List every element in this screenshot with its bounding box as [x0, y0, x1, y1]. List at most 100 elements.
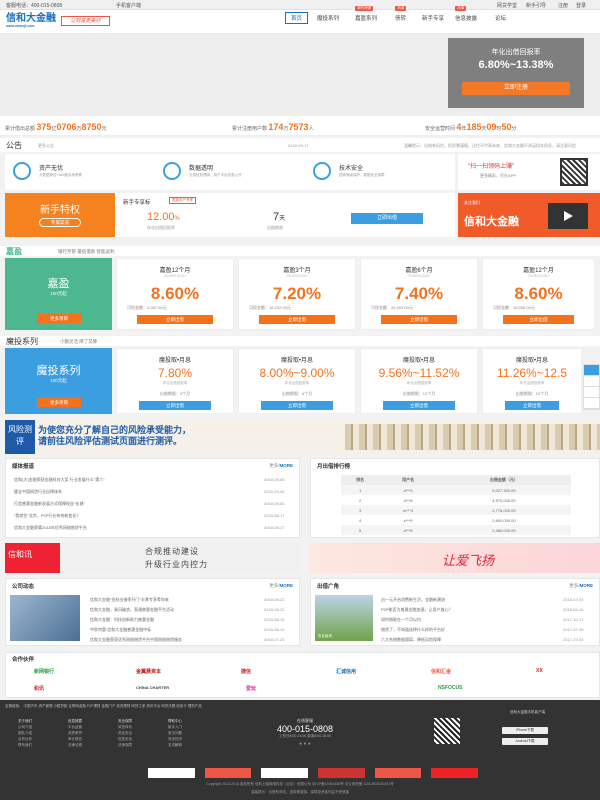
stats-bar: 累计借出总额 375亿0706万8750元 累计注册用户数 174万7573人 …	[0, 116, 600, 136]
nav-transfer[interactable]: 热卖 债转	[395, 6, 406, 22]
square-more-link[interactable]: 更多/MORE	[569, 583, 593, 589]
nav-disclosure[interactable]: 热卖 信息披露	[455, 6, 477, 22]
logo[interactable]: 信和大金融 www.xinhejf.com	[6, 14, 58, 29]
notice-text: 温馨提示：出借有风险，投资需谨慎，过往不代表未来，信和大金融不承诺保本保息，请注…	[404, 143, 576, 148]
compliance-ad[interactable]: 信和讯 合规推动建设 升级行业内控力	[5, 543, 300, 573]
side-floating-toolbar[interactable]	[583, 364, 600, 410]
notice-bar: 公告 更多公告 2018-09-17 温馨提示：出借有风险，投资需谨慎，过往不代…	[0, 138, 600, 152]
copyright: Copyright 2014-2018 版权所有 信和上融网络科技（北京）有限公…	[206, 782, 394, 786]
partner-logo[interactable]: XX	[536, 668, 543, 674]
android-download-button[interactable]: Android下载	[502, 738, 548, 745]
table-row: 1 d***3 5,027,300.00	[341, 485, 571, 495]
mobile-app-link[interactable]: 手机客户端	[116, 2, 141, 9]
login-link[interactable]: 登录	[576, 2, 586, 9]
partner-logo[interactable]: 汇诚信用	[336, 668, 356, 675]
partner-logo[interactable]: 和讯	[34, 685, 44, 692]
qr-code-icon	[560, 158, 588, 186]
shield-icon	[313, 162, 331, 180]
list-item[interactable]: 中秋特惠 信和大金融普惠金融中标	[90, 627, 151, 633]
invest-button[interactable]: 立即出借	[137, 315, 213, 324]
iphone-download-button[interactable]: iPhone下载	[502, 727, 548, 734]
top-link-guide[interactable]: 新手引导	[526, 2, 546, 9]
motou-card: 魔投取•月息 11.26%~12.5 年化出借回报率 出借期限：24个月 立即出借	[482, 348, 582, 414]
notice-title: 公告	[6, 141, 22, 150]
nav-home[interactable]: 首页	[285, 12, 309, 24]
novice-invest-button[interactable]: 立即出借	[351, 213, 423, 224]
list-item[interactable]: 打造普惠金融新发展方式保障权益"长城"	[14, 501, 85, 507]
invest-button[interactable]: 立即出借	[381, 315, 457, 324]
invest-button[interactable]: 立即出借	[503, 315, 574, 324]
jiaying-card: 嘉盈12个月 2018091625J 8.60% 可投金额：4,287.00元 立即出借	[116, 258, 234, 330]
risk-assessment-banner[interactable]: 风险测评 为使您充分了解自己的风险承受能力， 请前往风险评估测试页面进行测评。	[5, 420, 600, 454]
news-photo	[10, 595, 80, 641]
list-item[interactable]: 信和大金融荣膺2018年优秀网络借贷平台	[14, 525, 87, 531]
stat-uptime: 安全运营时间 4年185天09时50分	[425, 122, 517, 132]
feature-asset: 资产无忧 大数据风控+360度实地考察	[5, 154, 155, 190]
invest-button[interactable]: 立即出借	[383, 401, 455, 410]
list-item[interactable]: P2P能否为普惠金融加速，让用户放心？	[381, 607, 453, 613]
motou-more-button[interactable]: 更多项目	[37, 398, 81, 407]
top-bar: 客服电话：400-015-0808 手机客户端 网贷学堂 新手引导 注册 登录	[0, 0, 600, 10]
novice-product: 新手专享标 限新用户专享 12.00% 年化出借回报率 7天 出借期限 立即出借	[115, 193, 455, 237]
list-item[interactable]: "我就住"北京，P2P行业有何新变化？	[14, 513, 80, 519]
risk-warning: 温馨提示：出借有风险，选择需谨慎。保障投资者利益不受侵害	[251, 790, 349, 794]
register-button[interactable]: 立即注册	[462, 82, 570, 95]
nav-jiaying[interactable]: 限时特惠 嘉盈系列	[355, 6, 377, 22]
motou-promo: 魔投系列 100元起 更多项目	[5, 348, 112, 414]
register-link[interactable]: 注册	[558, 2, 568, 9]
motou-card: 魔投取•月息 7.80% 年化出借回报率 出借期限：3个月 立即出借	[116, 348, 234, 414]
table-row: 5 d***8 2,460,000.00	[341, 525, 571, 535]
jiaying-promo: 嘉盈 100元起 更多项目	[5, 258, 112, 330]
partners-panel: 合作伙伴 新网银行 金翼晨资本 捷信 汇诚信用 信和汇金 XX 和讯 CHINA…	[5, 652, 600, 698]
invest-button[interactable]: 立即出借	[259, 315, 335, 324]
partner-logo[interactable]: 信和汇金	[431, 668, 451, 675]
invest-button[interactable]: 立即出借	[139, 401, 211, 410]
nav-novice[interactable]: 新手专享	[422, 14, 444, 22]
list-item[interactable]: 出一元开启消费新生活，金融新潮流	[381, 597, 445, 603]
partner-logo[interactable]: 爱玩	[246, 685, 256, 692]
list-item[interactable]: 信和大金融，乘风破浪，直通普惠金融平台活动	[90, 607, 174, 613]
partner-logo[interactable]: 捷信	[241, 668, 251, 675]
play-icon[interactable]	[548, 203, 588, 229]
list-item[interactable]: 六大系统数据隔离，降低风险保障	[381, 637, 441, 643]
notice-more-link[interactable]: 更多公告	[38, 143, 54, 149]
footer-col-security: 安全保障 风控体系 资金安全 信息安全 法律保障	[118, 719, 132, 747]
media-more-link[interactable]: 更多/MORE	[269, 463, 293, 469]
charity-ad[interactable]: 让爱飞扬	[310, 543, 600, 573]
invest-button[interactable]: 立即出借	[505, 401, 559, 410]
feature-data: 数据透明 交易信息透明，用户平台信息公开	[155, 154, 305, 190]
dynamics-more-link[interactable]: 更多/MORE	[269, 583, 293, 589]
list-item[interactable]: 信和大金融：科技创新助力普惠金融	[90, 617, 154, 623]
list-item[interactable]: 如何借款在一个月以内	[381, 617, 421, 623]
table-row: 2 d***6 4,570,000.00	[359, 497, 516, 503]
slogan: 让财富更美好	[61, 16, 110, 26]
feature-security: 技术安全 国家等级保护，数据安全保障	[305, 154, 455, 190]
partner-logo[interactable]: 金翼晨资本	[136, 668, 161, 675]
nav-forum[interactable]: 论坛	[495, 14, 506, 22]
jiaying-more-button[interactable]: 更多项目	[37, 314, 81, 323]
list-item[interactable]: 信和大金融"金秋出借季开门"丰厚专享等你来	[90, 597, 169, 603]
jiaying-card: 嘉盈12个月 2018091425J 8.60% 可投金额：15,556.00元 立即出…	[482, 258, 595, 330]
table-row: 4 z***9 2,600,000.00	[359, 517, 516, 523]
table-row: 3 m***3 2,776,000.00	[341, 505, 571, 515]
media-panel: 媒体报道 更多/MORE 信和(大)金融荣获金融科技大奖 行业发展什么"第六" 2…	[5, 458, 300, 538]
friend-links[interactable]: 友情链接： 中国汽车 资产管理 小额贷款 互联网金融 P2P理财 金融门户 投资…	[5, 704, 595, 709]
partner-logo[interactable]: CHINA CHARTER	[136, 685, 169, 690]
square-panel: 出借广角 更多/MORE 农业板块 出一元开启消费新生活，金融新潮流 2018-0…	[310, 578, 600, 646]
novice-banner[interactable]: 新手特权 专属渠道	[5, 193, 115, 237]
motou-header: 魔投系列 小额灵活 降了又降	[0, 336, 600, 346]
footer-col-disclosure: 信息披露 平台运营 资质荣誉 审计报告 法律法规	[68, 719, 82, 747]
motou-card: 魔投取•月息 9.56%~11.52% 年化出借回报率 出借期限：12个月 立即出借	[360, 348, 478, 414]
invest-button[interactable]: 立即出借	[261, 401, 333, 410]
partner-logo[interactable]: NSFOCUS	[438, 685, 462, 691]
list-item[interactable]: 信和大金融荣获优秀网络借贷平台中国网络借贷服务	[90, 637, 182, 643]
jiaying-header: 嘉盈 银行存管 最低借款 智能返利	[0, 246, 600, 256]
partner-logo[interactable]: 新网银行	[34, 668, 54, 675]
hotline-block: 在线客服 400-015-0808 工作日8:00-21:00 周末8:00-18:…	[250, 718, 360, 747]
video-ad[interactable]: 关注我们 信和大金融	[458, 193, 600, 237]
list-item[interactable]: 信和(大)金融荣获金融科技大奖 行业发展什么"第六"	[14, 477, 105, 483]
top-link-school[interactable]: 网贷学堂	[497, 2, 517, 9]
nav-motou[interactable]: 魔投系列	[317, 14, 339, 22]
list-item[interactable]: 借贷了，不知道选择什么样的平台好	[381, 627, 445, 633]
list-item[interactable]: 健全中国网贷行业自律体系	[14, 489, 62, 495]
